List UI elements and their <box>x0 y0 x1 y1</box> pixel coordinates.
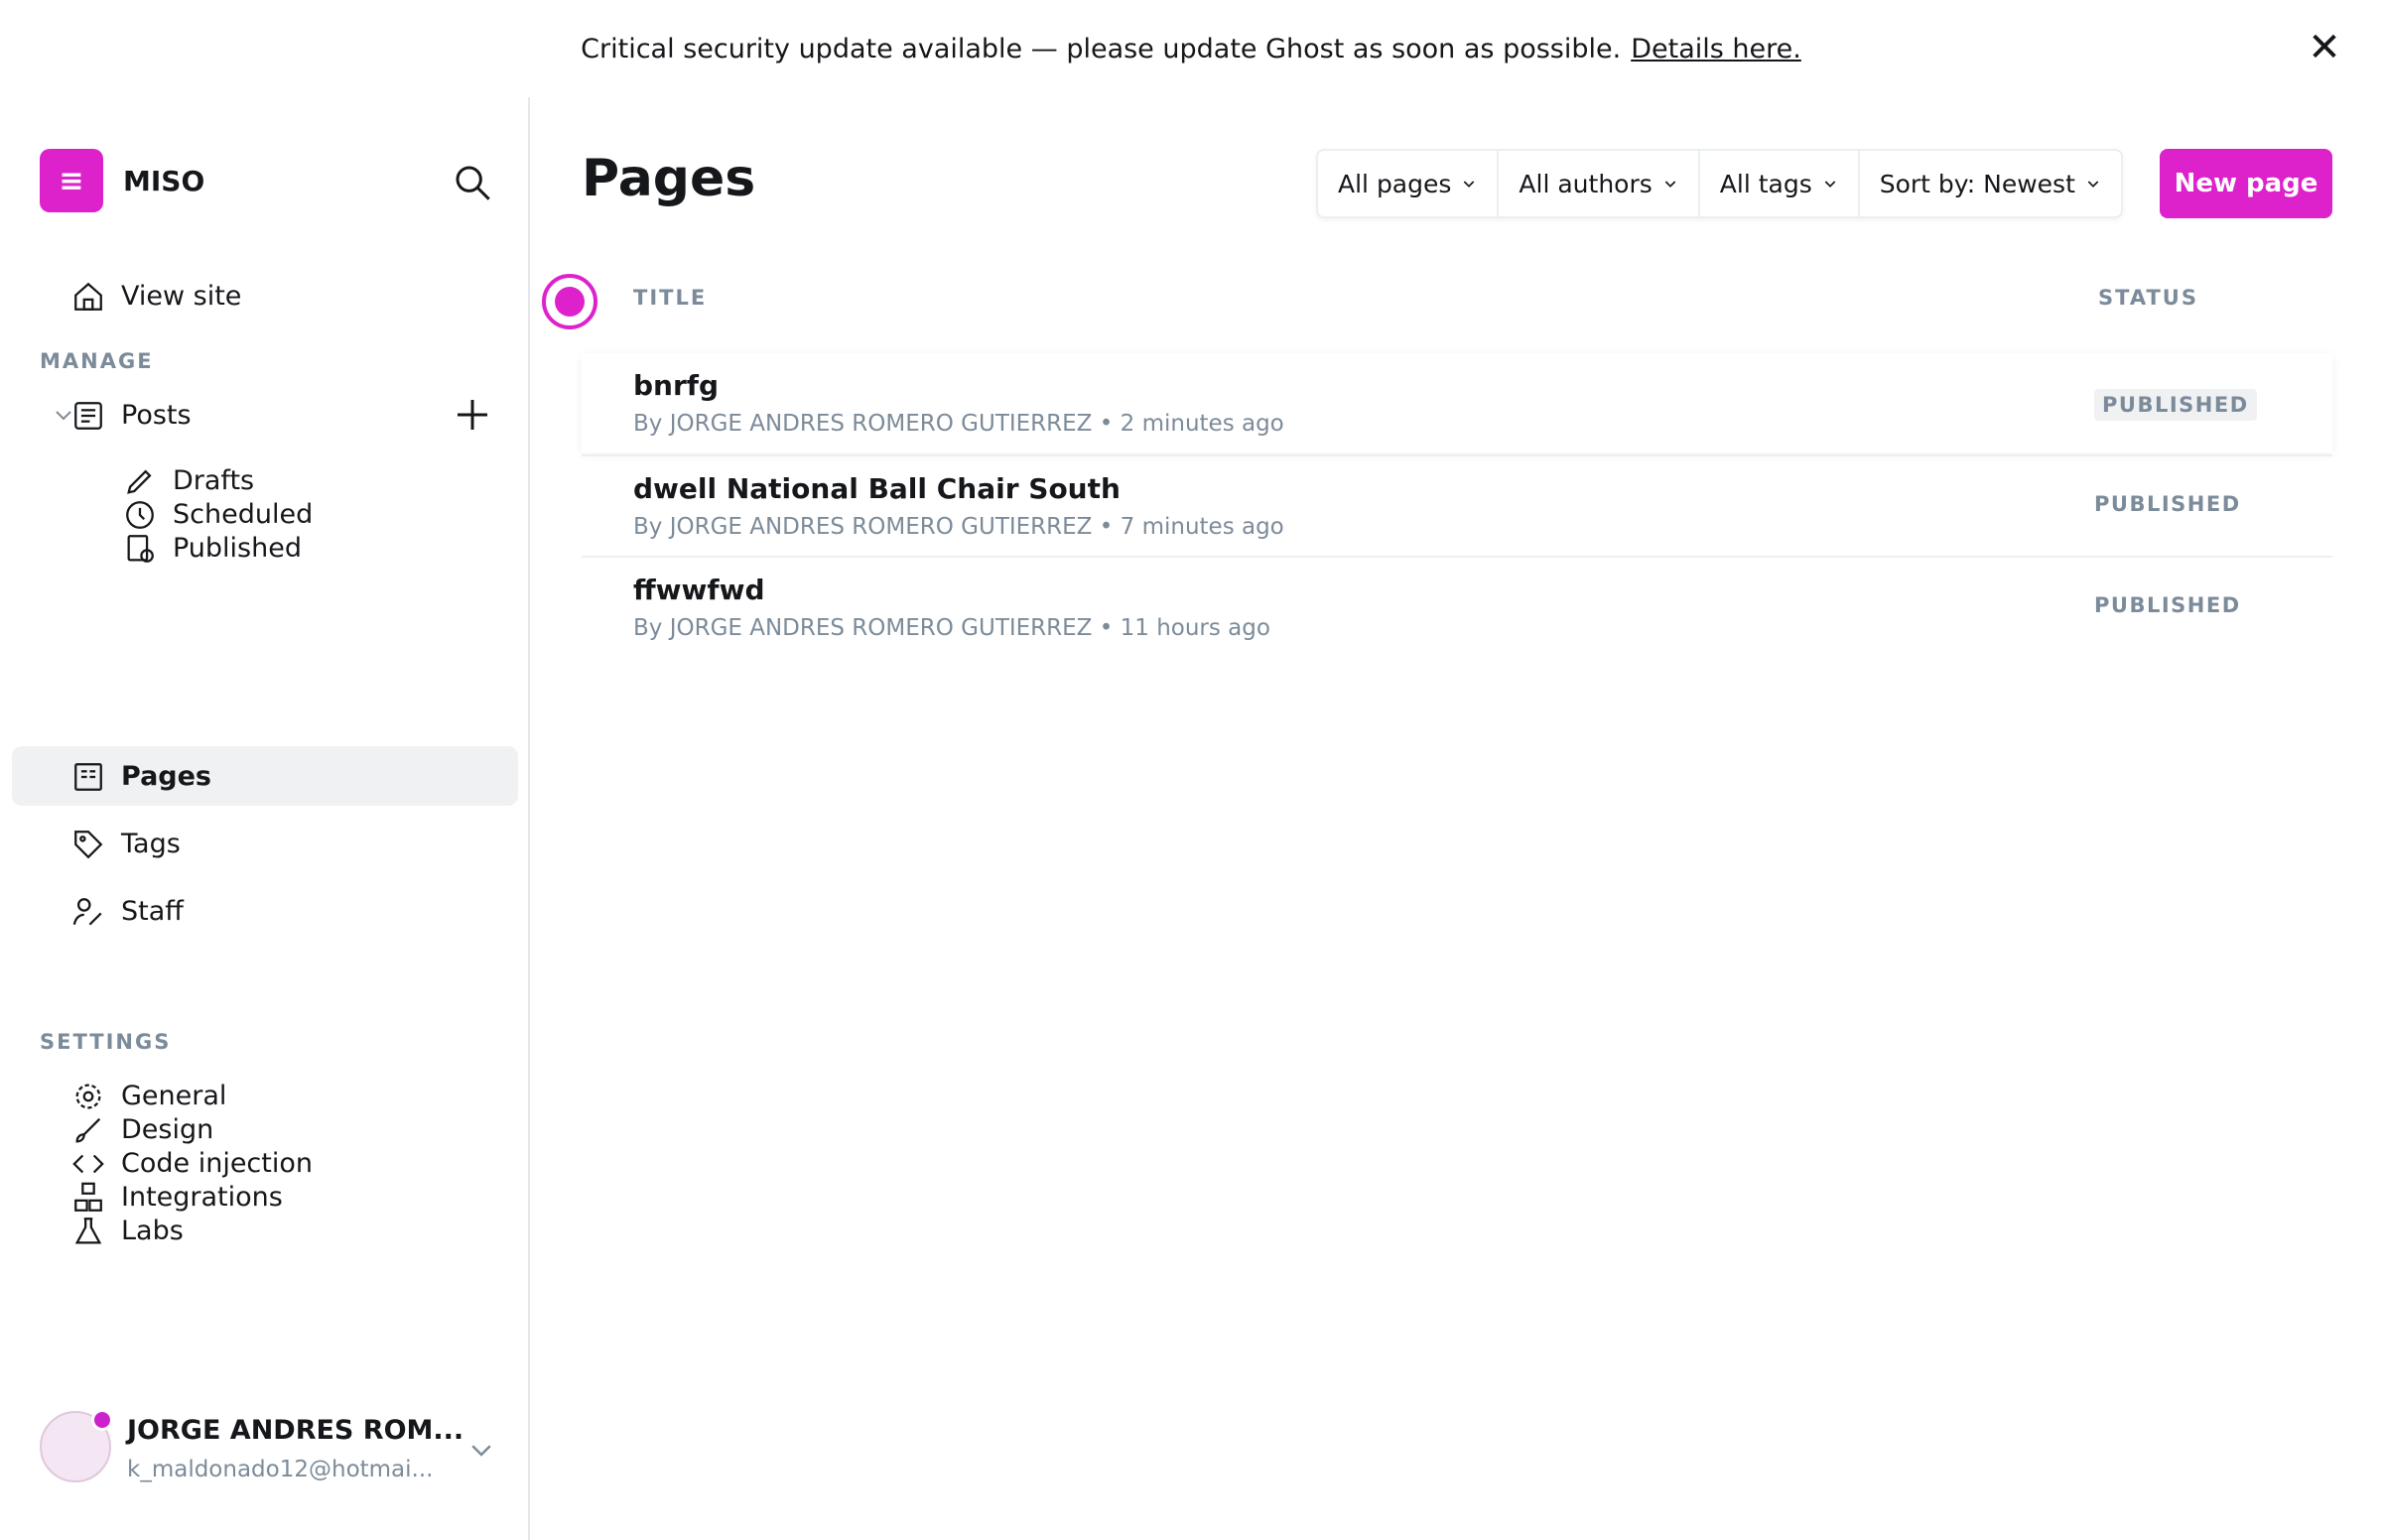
sidebar-item-tags[interactable]: Tags <box>12 814 518 873</box>
tag-icon <box>74 831 103 859</box>
avatar <box>40 1409 113 1482</box>
indicator-dot <box>555 287 585 317</box>
sidebar-item-label: Staff <box>121 895 184 927</box>
filter-all-authors[interactable]: All authors <box>1499 151 1700 216</box>
security-banner: Critical security update available — ple… <box>0 0 2382 97</box>
row-title: dwell National Ball Chair South <box>633 472 1121 505</box>
sidebar-item-pages[interactable]: Pages <box>12 746 518 806</box>
posts-icon <box>74 402 102 430</box>
chevron-down-icon[interactable] <box>466 1435 496 1465</box>
brand-logo: ≡ <box>40 149 103 212</box>
filter-all-pages[interactable]: All pages <box>1318 151 1500 216</box>
brand[interactable]: ≡ MISO <box>40 149 204 212</box>
sidebar-item-labs[interactable]: Labs <box>12 1201 518 1260</box>
sidebar-item-published[interactable]: Published <box>12 518 518 578</box>
sidebar-item-label: Pages <box>121 760 211 792</box>
filter-bar: All pages All authors All tags Sort by: … <box>1316 149 2123 218</box>
chevron-down-icon <box>1824 181 1835 188</box>
filter-label: All pages <box>1338 169 1452 198</box>
user-menu[interactable]: JORGE ANDRES ROM... k_maldonado12@hotmai… <box>40 1401 496 1510</box>
row-meta: By JORGE ANDRES ROMERO GUTIERREZ • 2 min… <box>633 411 1284 437</box>
status-dot <box>91 1409 113 1431</box>
sidebar-item-label: Labs <box>121 1215 184 1246</box>
sidebar-item-posts[interactable]: Posts <box>12 385 518 445</box>
row-title: bnrfg <box>633 369 720 402</box>
search-icon[interactable] <box>453 163 492 202</box>
staff-icon <box>72 898 102 926</box>
sidebar-item-staff[interactable]: Staff <box>12 881 518 941</box>
column-header-status: STATUS <box>2098 286 2198 310</box>
section-title-settings: SETTINGS <box>40 1030 172 1054</box>
user-name: JORGE ANDRES ROM... <box>127 1415 464 1446</box>
filter-sort[interactable]: Sort by: Newest <box>1860 151 2121 216</box>
sidebar-item-label: View site <box>121 280 242 312</box>
brand-name: MISO <box>123 164 205 197</box>
pages-icon <box>74 763 102 791</box>
chevron-down-icon <box>1464 181 1475 188</box>
status-badge: PUBLISHED <box>2094 389 2257 421</box>
flask-icon <box>74 1218 102 1244</box>
page-title: Pages <box>582 149 756 208</box>
table-row[interactable]: bnrfg By JORGE ANDRES ROMERO GUTIERREZ •… <box>542 274 2332 452</box>
new-page-button[interactable]: New page <box>2160 149 2332 218</box>
sidebar-item-view-site[interactable]: View site <box>12 266 518 325</box>
user-email: k_maldonado12@hotmai... <box>127 1457 434 1482</box>
plus-icon[interactable] <box>453 395 492 435</box>
row-meta: By JORGE ANDRES ROMERO GUTIERREZ • 7 min… <box>633 514 1284 540</box>
row-title: ffwwfwd <box>633 574 765 606</box>
table-row[interactable]: dwell National Ball Chair South By JORGE… <box>582 454 2332 554</box>
status-badge: PUBLISHED <box>2094 593 2241 617</box>
home-icon <box>74 282 102 311</box>
sidebar-item-label: Published <box>173 532 302 564</box>
section-title-manage: MANAGE <box>40 349 154 373</box>
main-content: Pages All pages All authors All tags Sor… <box>532 97 2382 1540</box>
sidebar-item-label: Posts <box>121 399 192 431</box>
filter-all-tags[interactable]: All tags <box>1700 151 1860 216</box>
list-header: TITLE STATUS <box>582 274 2332 323</box>
row-meta: By JORGE ANDRES ROMERO GUTIERREZ • 11 ho… <box>633 615 1270 641</box>
sidebar: ≡ MISO View site MANAGE Posts Drafts Sch… <box>0 97 530 1540</box>
filter-label: Sort by: Newest <box>1879 169 2075 198</box>
status-badge: PUBLISHED <box>2094 492 2241 516</box>
chevron-down-icon <box>1664 181 1676 188</box>
sidebar-item-label: Tags <box>121 828 181 859</box>
close-icon[interactable]: ✕ <box>2305 28 2344 67</box>
column-header-title: TITLE <box>633 286 708 310</box>
banner-details-link[interactable]: Details here. <box>1631 34 1801 64</box>
selected-indicator <box>542 274 597 329</box>
banner-message: Critical security update available — ple… <box>581 33 1622 64</box>
filter-label: All authors <box>1519 169 1653 198</box>
filter-label: All tags <box>1719 169 1812 198</box>
chevron-down-icon <box>2087 181 2099 188</box>
table-row[interactable]: ffwwfwd By JORGE ANDRES ROMERO GUTIERREZ… <box>582 556 2332 655</box>
published-icon <box>127 535 154 563</box>
